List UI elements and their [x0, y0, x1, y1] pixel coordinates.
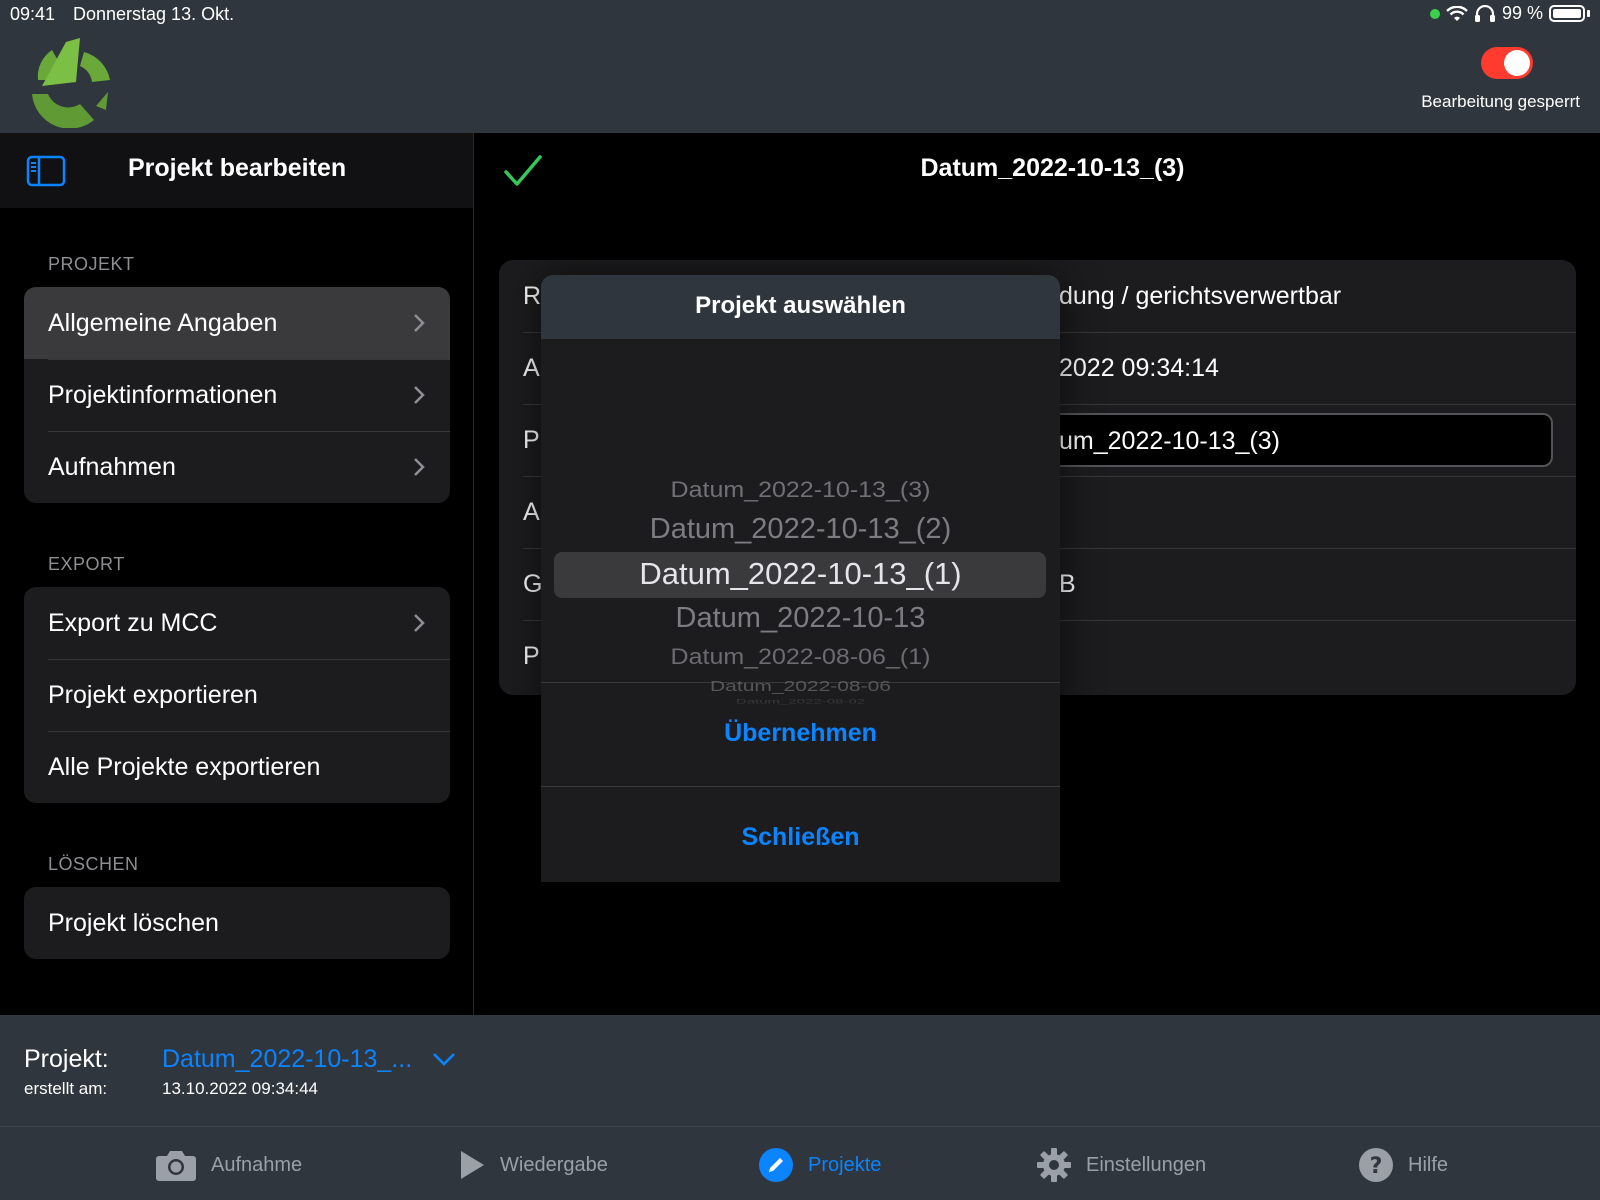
sidebar-item-aufnahmen[interactable]: Aufnahmen	[24, 431, 450, 503]
chevron-right-icon	[414, 458, 425, 476]
created-value: 13.10.2022 09:34:44	[162, 1079, 318, 1098]
group-loeschen: Projekt löschen	[24, 887, 450, 959]
picker-option[interactable]: Datum_2022-10-13_(3)	[541, 478, 1060, 504]
picker-option[interactable]: Datum_2022-10-13	[541, 602, 1060, 635]
sidebar: Projekt bearbeiten PROJEKT Allgemeine An…	[0, 133, 474, 1015]
detail-value: dung / gerichtsverwertbar	[1059, 282, 1342, 310]
project-picker-wheel[interactable]: Datum_2022-10-13_(3) Datum_2022-10-13_(2…	[541, 339, 1060, 705]
group-projekt: Allgemeine Angaben Projektinformationen …	[24, 287, 450, 503]
picker-option[interactable]: Datum_2022-08-06_(1)	[541, 645, 1060, 671]
pencil-icon	[759, 1148, 793, 1182]
project-selector[interactable]: Datum_2022-10-13_...	[162, 1045, 412, 1074]
edit-lock-toggle[interactable]	[1481, 47, 1533, 79]
sidebar-item-export-zu-mcc[interactable]: Export zu MCC	[24, 587, 450, 659]
svg-text:?: ?	[1370, 1154, 1383, 1179]
sidebar-item-label: Projekt löschen	[48, 908, 219, 937]
headphones-icon	[1474, 4, 1495, 22]
sidebar-item-alle-projekte-exportieren[interactable]: Alle Projekte exportieren	[24, 731, 450, 803]
section-label-export: EXPORT	[48, 554, 125, 574]
detail-value: B	[1059, 570, 1076, 598]
tab-hilfe[interactable]: ? Hilfe	[1358, 1145, 1448, 1185]
detail-label: A	[523, 498, 540, 526]
toggle-knob	[1504, 50, 1530, 76]
chevron-right-icon	[414, 614, 425, 632]
battery-cap	[1587, 10, 1590, 17]
chevron-down-icon[interactable]	[432, 1051, 456, 1067]
sidebar-toggle-icon[interactable]	[26, 155, 66, 187]
chevron-right-icon	[414, 386, 425, 404]
detail-label: A	[523, 354, 540, 382]
status-time: 09:41	[10, 4, 56, 24]
tab-einstellungen[interactable]: Einstellungen	[1036, 1145, 1206, 1185]
tab-label: Aufnahme	[211, 1153, 303, 1176]
project-picker-modal: Projekt auswählen Datum_2022-10-13_(3) D…	[541, 275, 1060, 882]
detail-value: 2022 09:34:14	[1059, 354, 1219, 382]
created-label: erstellt am:	[24, 1079, 108, 1098]
edit-lock-label: Bearbeitung gesperrt	[1421, 92, 1580, 111]
section-label-loeschen: LÖSCHEN	[48, 854, 139, 874]
tab-label: Einstellungen	[1086, 1153, 1207, 1176]
status-indicators: 99 %	[1429, 3, 1590, 24]
tab-label: Hilfe	[1408, 1153, 1449, 1176]
group-export: Export zu MCC Projekt exportieren Alle P…	[24, 587, 450, 803]
project-label: Projekt:	[24, 1045, 109, 1073]
sidebar-header: Projekt bearbeiten	[0, 133, 473, 208]
project-name-field[interactable]: um_2022-10-13_(3)	[1039, 413, 1553, 467]
section-label-projekt: PROJEKT	[48, 254, 135, 274]
tab-wiedergabe[interactable]: Wiedergabe	[458, 1145, 608, 1185]
sidebar-item-label: Projektinformationen	[48, 380, 278, 409]
tab-projekte[interactable]: Projekte	[758, 1145, 881, 1185]
help-icon: ?	[1359, 1148, 1393, 1182]
app-logo	[32, 38, 110, 128]
tab-label: Wiedergabe	[500, 1153, 608, 1176]
sidebar-item-allgemeine-angaben[interactable]: Allgemeine Angaben	[24, 287, 450, 359]
sidebar-item-label: Projekt exportieren	[48, 680, 258, 709]
camera-in-use-indicator	[1429, 8, 1440, 19]
camera-icon	[156, 1151, 196, 1181]
sidebar-item-label: Alle Projekte exportieren	[48, 752, 321, 781]
battery-percentage: 99 %	[1501, 3, 1543, 23]
sidebar-item-projekt-loeschen[interactable]: Projekt löschen	[24, 887, 450, 959]
chevron-right-icon	[414, 314, 425, 332]
battery-icon	[1549, 5, 1585, 22]
sidebar-item-projekt-exportieren[interactable]: Projekt exportieren	[24, 659, 450, 731]
wifi-icon	[1446, 5, 1468, 21]
sidebar-title: Projekt bearbeiten	[128, 154, 347, 182]
sidebar-item-label: Export zu MCC	[48, 608, 218, 637]
page-title: Datum_2022-10-13_(3)	[920, 154, 1185, 182]
sidebar-item-projektinformationen[interactable]: Projektinformationen	[24, 359, 450, 431]
tab-bar: Aufnahme Wiedergabe Projekte Einstellung…	[0, 1126, 1600, 1200]
sidebar-item-label: Allgemeine Angaben	[48, 308, 278, 337]
gear-icon	[1037, 1148, 1071, 1182]
detail-label: G	[523, 570, 543, 598]
tab-aufnahme[interactable]: Aufnahme	[155, 1145, 302, 1185]
project-name-value: um_2022-10-13_(3)	[1059, 427, 1280, 455]
current-project-bar: Projekt: Datum_2022-10-13_... erstellt a…	[0, 1015, 1600, 1126]
play-icon	[461, 1151, 484, 1179]
status-date: Donnerstag 13. Okt.	[73, 4, 235, 24]
tab-label: Projekte	[808, 1153, 882, 1176]
picker-option[interactable]: Datum_2022-08-06	[541, 679, 1060, 696]
picker-option-selected[interactable]: Datum_2022-10-13_(1)	[541, 556, 1060, 592]
sidebar-item-label: Aufnahmen	[48, 452, 176, 481]
picker-option[interactable]: Datum_2022-10-13_(2)	[541, 513, 1060, 546]
top-bar: 09:41 Donnerstag 13. Okt. 99 % Bearbeitu…	[0, 0, 1600, 133]
close-button[interactable]: Schließen	[541, 786, 1060, 882]
main-header: Datum_2022-10-13_(3)	[475, 133, 1600, 208]
picker-option[interactable]: Datum_2022-08-02	[541, 698, 1060, 706]
modal-title: Projekt auswählen	[541, 275, 1060, 339]
